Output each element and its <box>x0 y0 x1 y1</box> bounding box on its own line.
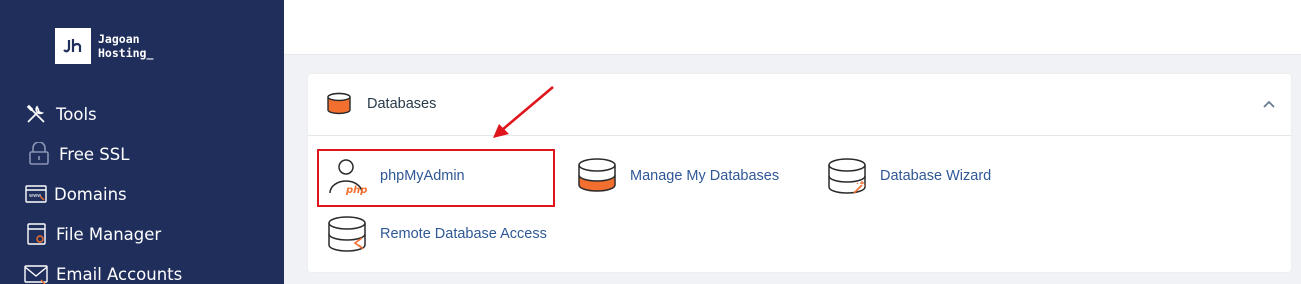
panel-header[interactable]: Databases <box>308 74 1291 136</box>
database-icon <box>326 92 352 121</box>
sidebar-item-label: Tools <box>56 104 97 124</box>
sidebar-item-free-ssl[interactable]: Free SSL <box>27 141 129 167</box>
panel-title: Databases <box>367 96 437 112</box>
tool-phpmyadmin[interactable]: php phpMyAdmin <box>326 155 465 197</box>
sidebar: Jagoan Hosting_ Tools Free SSL www Domai… <box>0 0 284 284</box>
domain-icon: www <box>24 182 48 206</box>
tool-label: phpMyAdmin <box>380 168 465 184</box>
brand-logo[interactable]: Jagoan Hosting_ <box>55 28 153 64</box>
tool-label: Remote Database Access <box>380 226 547 242</box>
sidebar-item-email-accounts[interactable]: Email Accounts <box>24 261 182 284</box>
lock-icon <box>27 142 51 166</box>
sidebar-item-domains[interactable]: www Domains <box>24 181 127 207</box>
tool-database-wizard[interactable]: Database Wizard <box>826 155 991 197</box>
sidebar-item-label: File Manager <box>56 224 162 244</box>
manage-databases-icon <box>576 155 618 197</box>
file-manager-icon <box>24 222 48 246</box>
tool-remote-database-access[interactable]: Remote Database Access <box>326 213 547 255</box>
tool-label: Database Wizard <box>880 168 992 184</box>
remote-database-icon <box>326 213 368 255</box>
database-wizard-icon <box>826 155 868 197</box>
email-icon <box>24 262 48 284</box>
brand-line-2: Hosting_ <box>98 46 154 60</box>
sidebar-item-label: Email Accounts <box>56 264 183 284</box>
chevron-up-icon[interactable] <box>1261 96 1277 112</box>
tool-manage-my-databases[interactable]: Manage My Databases <box>576 155 779 197</box>
tool-label: Manage My Databases <box>630 168 780 184</box>
phpmyadmin-icon: php <box>326 155 368 197</box>
sidebar-item-file-manager[interactable]: File Manager <box>24 221 161 247</box>
brand-name: Jagoan Hosting_ <box>98 32 153 60</box>
svg-text:www: www <box>29 193 41 199</box>
top-bar <box>284 0 1301 55</box>
tools-icon <box>24 102 48 126</box>
sidebar-item-label: Domains <box>54 184 127 204</box>
sidebar-item-label: Free SSL <box>59 144 130 164</box>
logo-mark-icon <box>55 28 91 64</box>
sidebar-item-tools[interactable]: Tools <box>24 101 97 127</box>
svg-text:php: php <box>345 185 367 196</box>
brand-line-1: Jagoan <box>98 32 140 46</box>
